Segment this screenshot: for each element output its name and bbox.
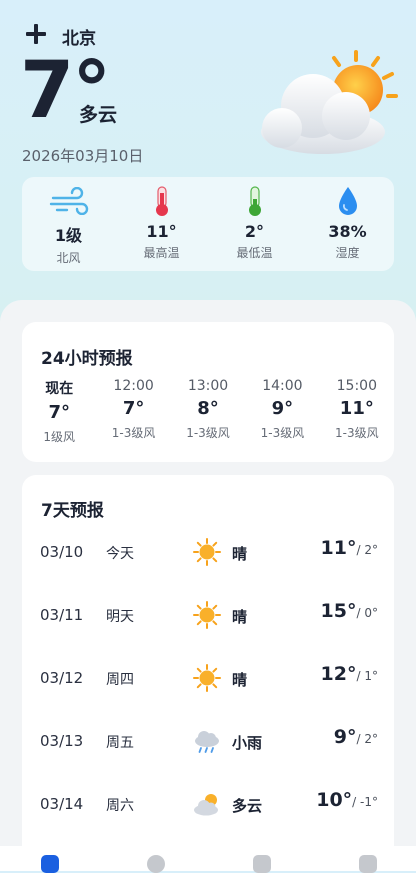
- daily-forecast-card: 7天预报 03/10 今天 晴 11°/ 2° 03/11 明天 晴 15°/ …: [22, 475, 394, 855]
- day-temp-range: 11°/ 2°: [321, 537, 378, 559]
- stat-wind: 1级 北风: [29, 177, 109, 266]
- hour-wind: 1-3级风: [111, 426, 156, 440]
- hour-temp: 8°: [197, 398, 219, 419]
- hour-wind: 1-3级风: [335, 426, 379, 440]
- day-temp-range: 10°/ -1°: [316, 789, 378, 811]
- day-condition: 多云: [232, 797, 263, 815]
- tab-profile-icon[interactable]: [359, 855, 377, 873]
- day-temp-range: 9°/ 2°: [334, 726, 378, 748]
- stat-low-value: 2°: [244, 222, 265, 241]
- rain-cloud-icon: [195, 731, 219, 753]
- day-high: 9°: [333, 726, 357, 748]
- stat-humidity-value: 38%: [328, 222, 367, 241]
- hour-temp: 7°: [122, 398, 145, 419]
- daily-row[interactable]: 03/13 周五 小雨 9°/ 2°: [22, 722, 394, 762]
- day-condition: 晴: [232, 608, 248, 626]
- weather-stats-panel: 1级 北风 11° 最高温 2° 最低温 38% 湿度: [22, 177, 394, 271]
- wind-icon: [49, 187, 88, 215]
- stat-low-label: 最低温: [236, 246, 273, 260]
- daily-row[interactable]: 03/11 明天 晴 15°/ 0°: [22, 596, 394, 636]
- hour-temp: 7°: [48, 402, 70, 423]
- weather-header: 北京 7° 多云 2026年03月10日 1级 北风 11° 最高温 2° 最低…: [0, 0, 416, 310]
- hour-time: 15:00: [336, 378, 377, 394]
- hour-time: 14:00: [262, 378, 303, 394]
- day-temp-range: 12°/ 1°: [321, 663, 378, 685]
- stat-high-temp: 11° 最高温: [122, 177, 202, 261]
- add-city-button[interactable]: [24, 22, 48, 46]
- hour-time: 现在: [45, 381, 74, 397]
- daily-row[interactable]: 03/10 今天 晴 11°/ 2°: [22, 533, 394, 573]
- hour-temp: 11°: [339, 398, 374, 419]
- hour-item: 15:00 11° 1-3级风: [320, 378, 394, 445]
- daily-forecast-title: 7天预报: [41, 501, 104, 521]
- day-date: 03/10: [40, 543, 84, 561]
- day-high: 11°: [320, 537, 357, 559]
- stat-humidity-label: 湿度: [335, 246, 360, 260]
- current-date: 2026年03月10日: [22, 147, 144, 165]
- day-temp-range: 15°/ 0°: [321, 600, 378, 622]
- hour-item: 12:00 7° 1-3级风: [96, 378, 170, 445]
- day-low: / 0°: [356, 606, 379, 620]
- partly-cloudy-icon: [194, 794, 218, 816]
- hour-temp: 9°: [271, 398, 294, 419]
- hourly-forecast-card: 24小时预报 现在 7° 1级风 12:00 7° 1-3级风 13:00 8°…: [22, 322, 394, 462]
- thermometer-high-icon: [155, 186, 168, 216]
- tab-weather-icon[interactable]: [41, 855, 59, 873]
- bottom-tab-bar: [0, 846, 416, 873]
- day-condition: 小雨: [232, 734, 263, 752]
- sun-icon: [193, 664, 221, 692]
- hour-wind: 1级风: [43, 430, 76, 444]
- stat-humidity: 38% 湿度: [308, 177, 388, 261]
- thermometer-low-icon: [248, 186, 261, 216]
- day-date: 03/12: [40, 669, 84, 687]
- stat-high-label: 最高温: [143, 246, 180, 260]
- hour-time: 12:00: [113, 378, 154, 394]
- partly-cloudy-icon: [261, 50, 398, 154]
- day-date: 03/13: [40, 732, 84, 750]
- day-high: 10°: [316, 789, 353, 811]
- daily-row[interactable]: 03/12 周四 晴 12°/ 1°: [22, 659, 394, 699]
- day-date: 03/11: [40, 606, 84, 624]
- day-condition: 晴: [232, 545, 248, 563]
- hour-wind: 1-3级风: [260, 426, 305, 440]
- hour-item: 13:00 8° 1-3级风: [171, 378, 245, 445]
- day-low: / 1°: [356, 669, 379, 683]
- stat-wind-value: 1级: [54, 226, 83, 245]
- water-drop-icon: [338, 187, 357, 215]
- day-high: 15°: [320, 600, 357, 622]
- day-weekday: 明天: [106, 609, 134, 625]
- sun-icon: [193, 601, 221, 629]
- hourly-forecast-list[interactable]: 现在 7° 1级风 12:00 7° 1-3级风 13:00 8° 1-3级风 …: [22, 378, 394, 445]
- stat-high-value: 11°: [146, 222, 177, 241]
- tab-bookmark-icon[interactable]: [253, 855, 271, 873]
- day-weekday: 周四: [106, 672, 134, 688]
- hour-wind: 1-3级风: [186, 426, 230, 440]
- day-condition: 晴: [232, 671, 248, 689]
- daily-row[interactable]: 03/14 周六 多云 10°/ -1°: [22, 785, 394, 825]
- day-date: 03/14: [40, 795, 84, 813]
- day-weekday: 今天: [106, 546, 134, 562]
- day-weekday: 周六: [106, 798, 134, 814]
- day-high: 12°: [320, 663, 357, 685]
- current-condition: 多云: [79, 104, 118, 126]
- stat-low-temp: 2° 最低温: [215, 177, 295, 261]
- hour-time: 13:00: [187, 378, 229, 394]
- day-low: / -1°: [352, 795, 378, 809]
- day-weekday: 周五: [106, 735, 134, 751]
- day-low: / 2°: [356, 732, 379, 746]
- day-low: / 2°: [356, 543, 379, 557]
- hour-item: 14:00 9° 1-3级风: [245, 378, 319, 445]
- stat-wind-label: 北风: [56, 251, 81, 265]
- tab-play-icon[interactable]: [147, 855, 165, 873]
- sun-icon: [193, 538, 221, 566]
- hour-item: 现在 7° 1级风: [22, 378, 96, 445]
- hourly-forecast-title: 24小时预报: [41, 349, 133, 369]
